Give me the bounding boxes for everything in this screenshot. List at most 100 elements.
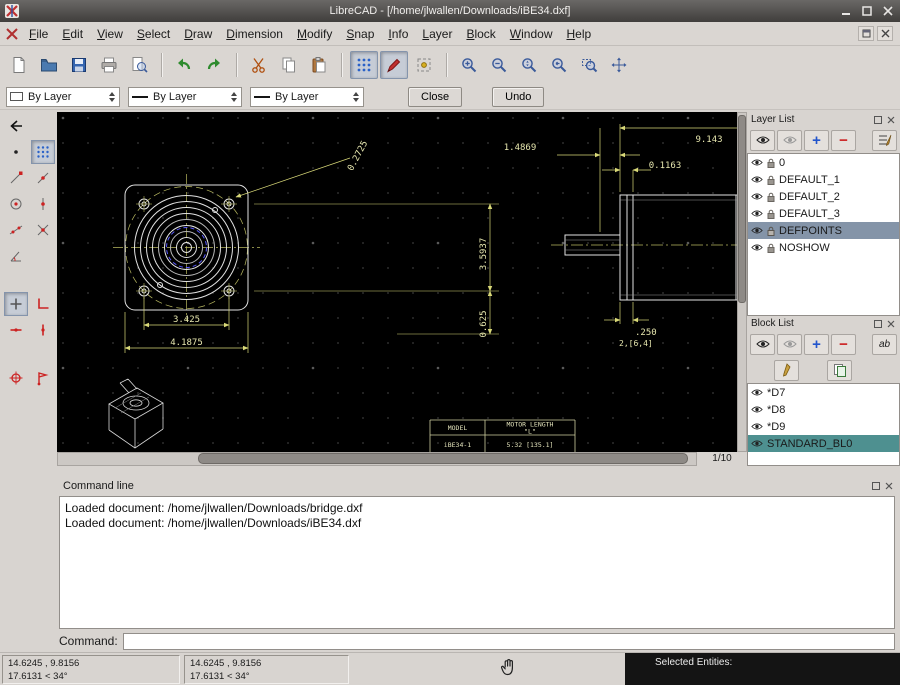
hide-all-layers-button[interactable] [777,130,802,151]
color-combo[interactable]: By Layer [6,87,120,107]
block-row[interactable]: *D8 [748,401,899,418]
layer-visible-icon[interactable] [751,226,763,235]
dock-float-icon[interactable] [858,26,874,41]
lock-icon[interactable] [767,158,775,168]
menu-file[interactable]: File [22,23,55,45]
snap-angle-button[interactable] [4,244,28,268]
entity-attributes-button[interactable] [410,51,438,79]
save-button[interactable] [65,51,93,79]
paste-button[interactable] [305,51,333,79]
horizontal-scrollbar[interactable] [57,452,697,466]
modify-layer-button[interactable] [872,130,897,151]
close-panel-icon[interactable] [886,319,896,329]
layer-visible-icon[interactable] [751,243,763,252]
auto-zoom-button[interactable] [515,51,543,79]
zoom-window-button[interactable] [575,51,603,79]
lock-icon[interactable] [767,243,775,253]
menu-edit[interactable]: Edit [55,23,90,45]
minimize-button[interactable] [838,5,853,18]
insert-block-button[interactable] [827,360,852,381]
drawing-canvas[interactable]: 3.425 4.1875 3.5937 0.625 0.2725 1.4869 … [57,112,737,452]
draft-pen-button[interactable] [380,51,408,79]
block-row[interactable]: *D9 [748,418,899,435]
lock-icon[interactable] [767,209,775,219]
add-block-button[interactable]: + [804,334,829,355]
maximize-button[interactable] [859,5,874,18]
remove-block-button[interactable]: − [831,334,856,355]
command-output[interactable]: Loaded document: /home/jlwallen/Download… [59,496,895,629]
snap-distance-button[interactable] [4,218,28,242]
horizontal-scrollbar-thumb[interactable] [198,453,688,464]
block-visible-icon[interactable] [751,388,763,397]
layer-row-selected[interactable]: DEFPOINTS [748,222,899,239]
menu-modify[interactable]: Modify [290,23,339,45]
menu-view[interactable]: View [90,23,130,45]
snap-center-button[interactable] [4,192,28,216]
menu-layer[interactable]: Layer [415,23,459,45]
cut-button[interactable] [245,51,273,79]
layer-row[interactable]: DEFAULT_3 [748,205,899,222]
block-visible-icon[interactable] [751,439,763,448]
print-button[interactable] [95,51,123,79]
menu-draw[interactable]: Draw [177,23,219,45]
close-action-button[interactable]: Close [408,87,462,107]
snap-middle-button[interactable] [31,192,55,216]
menu-info[interactable]: Info [381,23,415,45]
close-panel-icon[interactable] [884,481,894,491]
restrict-horizontal-button[interactable] [4,318,28,342]
back-button[interactable] [4,114,28,138]
undo-action-button[interactable]: Undo [492,87,544,107]
restrict-orthogonal-button[interactable] [31,292,55,316]
layer-row[interactable]: DEFAULT_1 [748,171,899,188]
lock-icon[interactable] [767,226,775,236]
vertical-scrollbar[interactable] [737,112,747,452]
float-panel-icon[interactable] [873,319,883,329]
add-layer-button[interactable]: + [804,130,829,151]
copy-button[interactable] [275,51,303,79]
snap-intersection-button[interactable] [31,218,55,242]
undo-button[interactable] [170,51,198,79]
menu-dimension[interactable]: Dimension [219,23,290,45]
titlebar[interactable]: LibreCAD - [/home/jlwallen/Downloads/iBE… [0,0,900,22]
menu-select[interactable]: Select [130,23,177,45]
layer-row[interactable]: 0 [748,154,899,171]
line-type-combo[interactable]: By Layer [250,87,364,107]
new-document-button[interactable] [5,51,33,79]
rename-block-button[interactable]: ab [872,334,897,355]
layer-visible-icon[interactable] [751,158,763,167]
hide-all-blocks-button[interactable] [777,334,802,355]
set-relative-zero-button[interactable] [31,366,55,390]
zoom-in-button[interactable] [455,51,483,79]
layer-visible-icon[interactable] [751,192,763,201]
menu-block[interactable]: Block [459,23,502,45]
float-panel-icon[interactable] [873,115,883,125]
edit-block-button[interactable] [774,360,799,381]
menu-snap[interactable]: Snap [339,23,381,45]
zoom-out-button[interactable] [485,51,513,79]
close-button[interactable] [880,5,895,18]
layer-row[interactable]: NOSHOW [748,239,899,256]
lock-icon[interactable] [767,192,775,202]
command-input[interactable] [123,633,895,650]
pan-button[interactable] [605,51,633,79]
redo-button[interactable] [200,51,228,79]
snap-free-button[interactable] [4,140,28,164]
spinner-arrows-icon[interactable] [109,92,116,102]
spinner-arrows-icon[interactable] [353,92,360,102]
show-all-layers-button[interactable] [750,130,775,151]
block-row[interactable]: *D7 [748,384,899,401]
block-visible-icon[interactable] [751,422,763,431]
close-panel-icon[interactable] [886,115,896,125]
remove-layer-button[interactable]: − [831,130,856,151]
drawing-viewport[interactable]: 3.425 4.1875 3.5937 0.625 0.2725 1.4869 … [57,112,737,452]
lock-relative-zero-button[interactable] [4,366,28,390]
restrict-vertical-button[interactable] [31,318,55,342]
block-visible-icon[interactable] [751,405,763,414]
zoom-previous-button[interactable] [545,51,573,79]
show-all-blocks-button[interactable] [750,334,775,355]
snap-endpoint-button[interactable] [4,166,28,190]
menu-window[interactable]: Window [503,23,560,45]
lock-icon[interactable] [767,175,775,185]
print-preview-button[interactable] [125,51,153,79]
layer-visible-icon[interactable] [751,175,763,184]
